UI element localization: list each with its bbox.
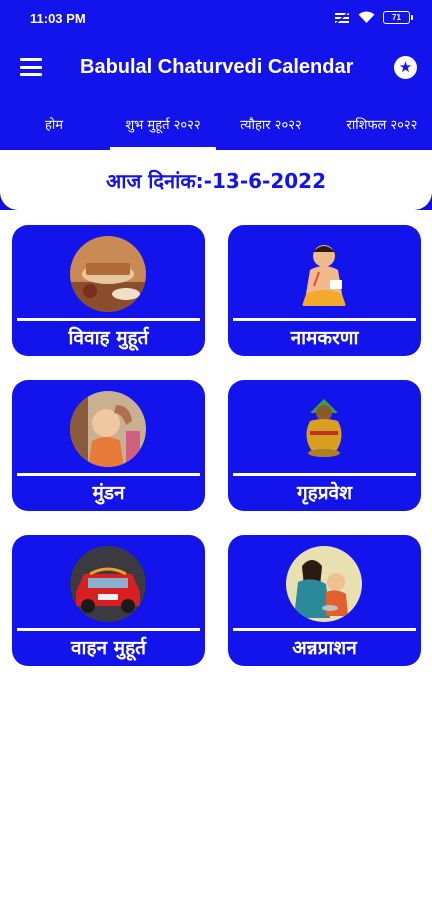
tile-divider (233, 628, 416, 631)
tab-rashifal[interactable]: राशिफल २०२२ (332, 98, 432, 150)
star-circle-icon[interactable]: ★ (394, 56, 417, 79)
battery-level: 71 (392, 13, 401, 22)
tile-divider (17, 628, 200, 631)
child-headshave-image (70, 391, 146, 467)
tile-divider (17, 318, 200, 321)
tile-divider (233, 473, 416, 476)
kalash-image (286, 391, 362, 467)
tab-bar: होम शुभ मुहूर्त २०२२ त्यौहार २०२२ राशिफल… (0, 98, 432, 150)
wifi-icon (358, 11, 375, 23)
tab-shubh-muhurat[interactable]: शुभ मुहूर्त २०२२ (110, 98, 216, 150)
content-area: आज दिनांक:-13-6-2022 विवाह मुहूर्त नामकर… (0, 150, 432, 900)
app-title: Babulal Chaturvedi Calendar (80, 56, 354, 78)
tile-label: वाहन मुहूर्त (70, 637, 146, 659)
tile-label: मुंडन (92, 482, 125, 504)
tab-tyohar[interactable]: त्यौहार २०२२ (220, 98, 322, 150)
tile-mundan[interactable]: मुंडन (12, 380, 205, 511)
battery-icon: 71 (383, 11, 413, 24)
status-bar: 11:03 PM 71 (0, 0, 432, 38)
car-puja-image (70, 546, 146, 622)
muhurat-grid: विवाह मुहूर्त नामकरणा मुंडन गृहप्रवेश वा… (0, 210, 432, 900)
tab-home[interactable]: होम (24, 98, 84, 150)
date-text: आज दिनांक:-13-6-2022 (106, 168, 326, 193)
hamburger-menu-icon[interactable] (20, 58, 42, 76)
tile-label: अन्नप्राशन (292, 637, 357, 659)
tile-divider (17, 473, 200, 476)
status-icons: 71 (334, 11, 413, 24)
tile-annaprashan[interactable]: अन्नप्राशन (228, 535, 421, 666)
app-bar: Babulal Chaturvedi Calendar ★ (0, 38, 432, 98)
wedding-ritual-image (70, 236, 146, 312)
tile-label: गृहप्रवेश (296, 482, 353, 504)
signal-icon (335, 11, 349, 24)
tile-vahan-muhurat[interactable]: वाहन मुहूर्त (12, 535, 205, 666)
tile-label: नामकरणा (290, 327, 359, 349)
tile-namkarana[interactable]: नामकरणा (228, 225, 421, 356)
tile-divider (233, 318, 416, 321)
tile-vivah-muhurat[interactable]: विवाह मुहूर्त (12, 225, 205, 356)
status-time: 11:03 PM (30, 11, 86, 26)
date-card: आज दिनांक:-13-6-2022 (0, 150, 432, 210)
child-writing-image (286, 236, 362, 312)
mother-feeding-child-image (286, 546, 362, 622)
tile-grihapravesh[interactable]: गृहप्रवेश (228, 380, 421, 511)
tile-label: विवाह मुहूर्त (68, 327, 149, 349)
